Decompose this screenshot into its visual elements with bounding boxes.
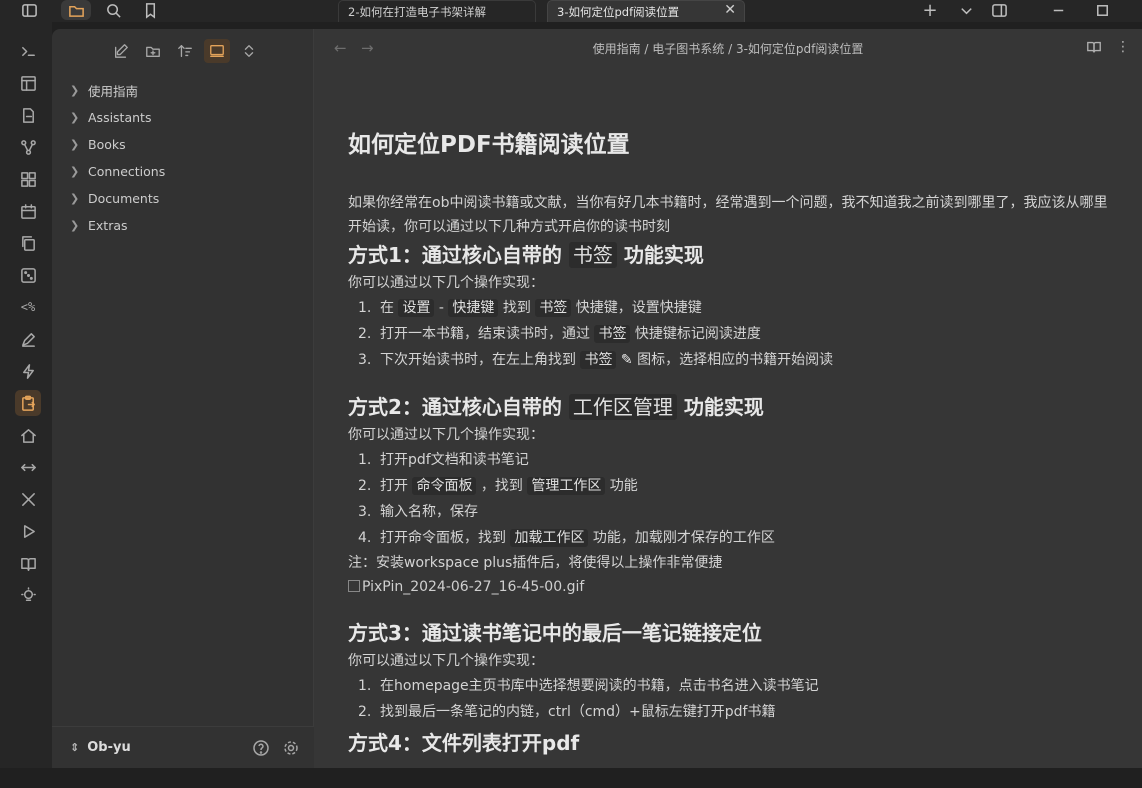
editor-pane: ← → 使用指南 / 电子图书系统 / 3-如何定位pdf阅读位置 ⋮ 如何定位… [314,29,1142,768]
pen-icon[interactable] [15,326,41,352]
reading-view-book-icon[interactable] [1086,39,1102,59]
inline-code: 书签 [568,242,617,268]
list-item: 3. 下次开始读书时，在左上角找到 书签 ✎ 图标，选择相应的书籍开始阅读 [358,351,834,369]
search-icon[interactable] [102,0,124,20]
new-folder-icon[interactable] [140,39,166,63]
list-item: 3. 输入名称，保存 [358,504,478,520]
dice-icon[interactable] [15,262,41,288]
chevron-right-icon: ❯ [70,192,80,205]
tree-folder-connections[interactable]: ❯ Connections [70,158,165,185]
chevron-right-icon: ❯ [70,219,80,232]
lightning-icon[interactable] [15,358,41,384]
editor-header: ← → 使用指南 / 电子图书系统 / 3-如何定位pdf阅读位置 ⋮ [314,29,1142,67]
broken-image[interactable]: PixPin_2024-06-27_16-45-00.gif [348,575,1108,599]
arrows-h-icon[interactable] [15,454,41,480]
maximize-icon[interactable] [1092,0,1112,20]
list-item: 1. 在 设置 - 快捷键 找到 书签 快捷键，设置快捷键 [358,299,702,317]
tab-label: 3-如何定位pdf阅读位置 [557,5,680,19]
sidebar-toggle-icon[interactable] [18,0,40,20]
list-item: 1. 在homepage主页书库中选择想要阅读的书籍，点击书名进入读书笔记 [358,678,819,694]
tree-folder-guide[interactable]: ❯ 使用指南 [70,77,165,104]
auto-reveal-icon[interactable] [204,39,230,63]
regex-icon[interactable]: <% [15,294,41,320]
method2-steps: 1. 打开pdf文档和读书笔记 2. 打开 命令面板 ，找到 管理工作区 功能 3.… [358,447,1108,551]
list-item: 2. 打开一本书籍，结束读书时，通过 书签 快捷键标记阅读进度 [358,325,761,343]
list-item: 2. 找到最后一条笔记的内链，ctrl（cmd）+鼠标左键打开pdf书籍 [358,704,776,720]
chevron-right-icon: ❯ [70,165,80,178]
note-content: 如何定位PDF书籍阅读位置 如果你经常在ob中阅读书籍或文献，当你有好几本书籍时… [348,125,1108,759]
play-icon[interactable] [15,518,41,544]
breadcrumb[interactable]: 使用指南 / 电子图书系统 / 3-如何定位pdf阅读位置 [314,40,1142,57]
list-item: 2. 打开 命令面板 ，找到 管理工作区 功能 [358,477,638,495]
file-export-icon[interactable] [15,102,41,128]
new-tab-icon[interactable]: + [920,0,940,21]
method3-lead: 你可以通过以下几个操作实现： [348,653,544,669]
vault-footer: ⇕ Ob-yu [52,726,314,768]
updown-chevron-icon: ⇕ [70,741,80,754]
close-icon[interactable]: ✕ [724,2,736,18]
help-icon[interactable] [252,739,270,757]
chevron-down-icon[interactable] [956,0,976,20]
status-bar [0,768,1142,788]
file-tree: ❯ 使用指南 ❯ Assistants ❯ Books ❯ Connections ❯ D… [70,77,165,239]
chevron-right-icon: ❯ [70,111,80,124]
heading-method4-partial: 方式4：文件列表打开pdf [348,731,580,755]
inline-code: 工作区管理 [568,394,677,420]
tree-folder-documents[interactable]: ❯ Documents [70,185,165,212]
calendar-icon[interactable] [15,198,41,224]
title-bar: 2-如何在打造电子书架详解 3-如何定位pdf阅读位置 ✕ + [0,0,1142,22]
tab-label: 2-如何在打造电子书架详解 [348,5,486,19]
more-options-icon[interactable]: ⋮ [1116,39,1130,55]
right-sidebar-toggle-icon[interactable] [988,0,1010,20]
copy-icon[interactable] [15,230,41,256]
minimize-icon[interactable] [1048,0,1068,20]
book-icon[interactable] [15,550,41,576]
settings-gear-icon[interactable] [282,739,300,757]
home-icon[interactable] [15,422,41,448]
tree-folder-books[interactable]: ❯ Books [70,131,165,158]
method3-steps: 1. 在homepage主页书库中选择想要阅读的书籍，点击书名进入读书笔记 2. 找… [358,673,1108,725]
page-title: 如何定位PDF书籍阅读位置 [348,132,630,158]
files-tab-folder-icon[interactable] [61,0,91,20]
broken-image-icon [348,580,360,592]
chevron-right-icon: ❯ [70,84,80,97]
graph-icon[interactable] [15,134,41,160]
heading-method1: 方式1：通过核心自带的 书签 功能实现 [348,242,704,268]
clipboard-icon[interactable] [15,390,41,416]
tree-folder-extras[interactable]: ❯ Extras [70,212,165,239]
pencil-eraser-icon: ✎ [620,352,633,368]
file-explorer: ❯ 使用指南 ❯ Assistants ❯ Books ❯ Connections ❯ D… [52,29,314,726]
list-item: 1. 打开pdf文档和读书笔记 [358,452,529,468]
vault-name: Ob-yu [87,740,131,755]
collapse-all-icon[interactable] [236,39,262,63]
bookmark-icon[interactable] [140,0,160,20]
heading-method2: 方式2：通过核心自带的 工作区管理 功能实现 [348,394,764,420]
left-ribbon: <% [0,22,52,788]
heading-method3: 方式3：通过读书笔记中的最后一笔记链接定位 [348,621,762,645]
method1-steps: 1. 在 设置 - 快捷键 找到 书签 快捷键，设置快捷键 2. 打开一本书籍，结束… [358,295,1108,373]
method1-lead: 你可以通过以下几个操作实现： [348,275,544,291]
method2-lead: 你可以通过以下几个操作实现： [348,427,544,443]
terminal-icon[interactable] [15,38,41,64]
intro-paragraph: 如果你经常在ob中阅读书籍或文献，当你有好几本书籍时，经常遇到一个问题，我不知道… [348,195,1108,235]
chevron-right-icon: ❯ [70,138,80,151]
tab-active[interactable]: 3-如何定位pdf阅读位置 ✕ [547,0,745,22]
layout-icon[interactable] [15,70,41,96]
tab-inactive[interactable]: 2-如何在打造电子书架详解 [338,0,536,22]
list-item: 4. 打开命令面板，找到 加载工作区 功能，加载刚才保存的工作区 [358,529,775,547]
new-note-icon[interactable] [108,39,134,63]
vault-switcher[interactable]: ⇕ Ob-yu [70,740,131,755]
sort-icon[interactable] [172,39,198,63]
tree-folder-assistants[interactable]: ❯ Assistants [70,104,165,131]
bulb-icon[interactable] [15,582,41,608]
blocks-icon[interactable] [15,166,41,192]
method2-note: 注：安装workspace plus插件后，将使得以上操作非常便捷 [348,555,723,571]
tools-icon[interactable] [15,486,41,512]
explorer-toolbar [108,39,262,63]
